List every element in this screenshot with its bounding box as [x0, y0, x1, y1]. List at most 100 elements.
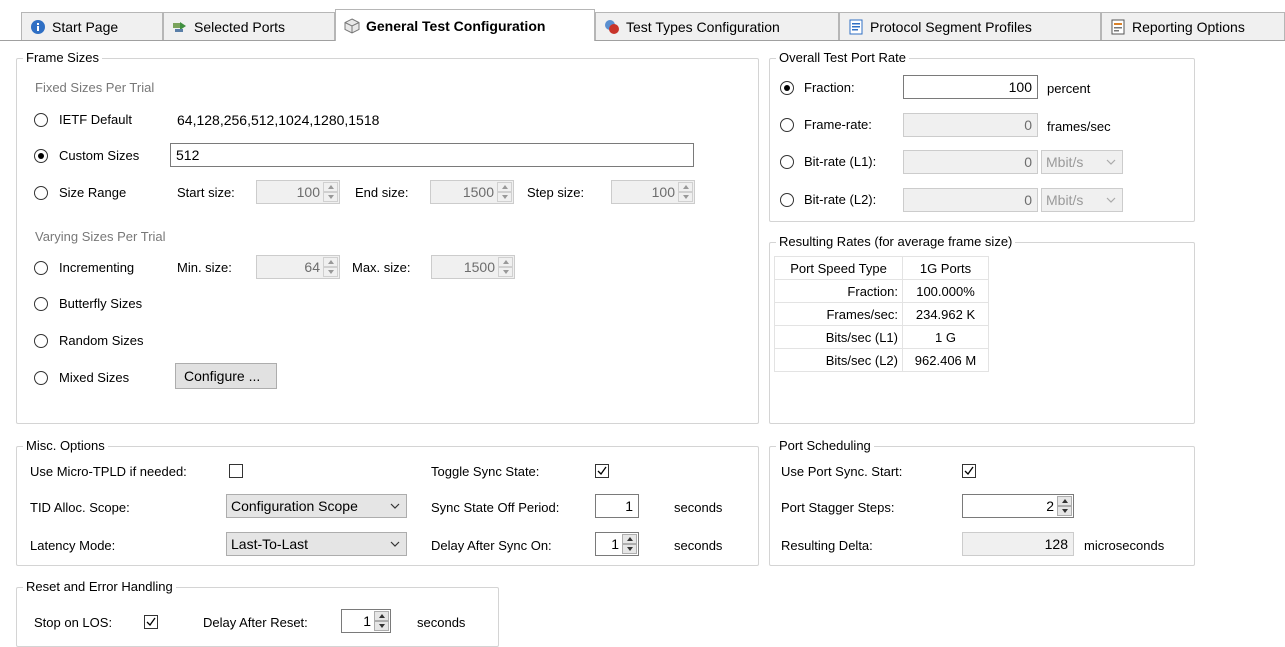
ietf-default-radio[interactable] [34, 113, 48, 127]
port-stagger-label: Port Stagger Steps: [781, 500, 895, 515]
bit-rate-l2-input[interactable]: 0 [903, 188, 1038, 212]
delay-after-sync-value: 1 [611, 536, 619, 552]
latency-mode-select[interactable]: Last-To-Last [226, 532, 407, 556]
fraction-radio[interactable] [780, 81, 794, 95]
tab-protocol-segment-profiles[interactable]: Protocol Segment Profiles [839, 12, 1101, 40]
delay-after-reset-label: Delay After Reset: [203, 615, 308, 630]
tab-label: Test Types Configuration [626, 18, 780, 35]
tid-scope-value: Configuration Scope [231, 498, 358, 514]
group-title: Frame Sizes [23, 50, 102, 66]
table-row: Frames/sec: 234.962 K [774, 302, 989, 326]
rate-value: 234.962 K [902, 302, 989, 326]
sync-off-period-input[interactable]: 1 [595, 494, 639, 518]
bit-rate-l1-unit: Mbit/s [1046, 154, 1084, 170]
incrementing-radio[interactable] [34, 261, 48, 275]
port-sync-start-checkbox[interactable] [962, 464, 976, 478]
stop-on-los-checkbox[interactable] [144, 615, 158, 629]
resulting-delta-label: Resulting Delta: [781, 538, 873, 553]
ietf-default-label: IETF Default [59, 112, 132, 127]
min-size-label: Min. size: [177, 260, 232, 275]
spin-down-icon[interactable] [374, 621, 389, 631]
spin-up-icon[interactable] [678, 182, 693, 192]
spin-up-icon[interactable] [323, 182, 338, 192]
document-icon [848, 19, 864, 35]
tab-test-types-configuration[interactable]: Test Types Configuration [595, 12, 839, 40]
delay-after-reset-stepper[interactable]: 1 [341, 609, 391, 633]
delay-after-sync-unit: seconds [674, 538, 723, 553]
tab-start-page[interactable]: Start Page [21, 12, 163, 40]
latency-mode-label: Latency Mode: [30, 538, 116, 553]
custom-sizes-radio[interactable] [34, 149, 48, 163]
spin-down-icon[interactable] [323, 192, 338, 202]
delay-after-reset-value: 1 [363, 613, 371, 629]
bit-rate-l2-unit: Mbit/s [1046, 192, 1084, 208]
bit-rate-l1-radio[interactable] [780, 155, 794, 169]
tid-scope-label: TID Alloc. Scope: [30, 500, 130, 515]
frame-rate-radio[interactable] [780, 118, 794, 132]
group-title: Misc. Options [23, 438, 108, 454]
check-icon [597, 466, 607, 476]
custom-sizes-input[interactable]: 512 [170, 143, 694, 167]
spin-up-icon[interactable] [498, 257, 513, 267]
delay-after-reset-unit: seconds [417, 615, 466, 630]
delay-after-sync-stepper[interactable]: 1 [595, 532, 639, 556]
random-sizes-radio[interactable] [34, 334, 48, 348]
min-size-stepper[interactable]: 64 [256, 255, 340, 279]
port-sync-start-label: Use Port Sync. Start: [781, 464, 903, 479]
rate-key: Bits/sec (L1) [774, 325, 903, 349]
fixed-sizes-label: Fixed Sizes Per Trial [35, 80, 155, 95]
rate-key: Bits/sec (L2) [774, 348, 903, 372]
size-range-label: Size Range [59, 185, 127, 200]
group-title: Resulting Rates (for average frame size) [776, 234, 1016, 250]
frame-rate-input[interactable]: 0 [903, 113, 1038, 137]
tab-reporting-options[interactable]: Reporting Options [1101, 12, 1285, 40]
step-size-value: 100 [651, 184, 675, 200]
bit-rate-l2-unit-select[interactable]: Mbit/s [1041, 188, 1123, 212]
table-row: Fraction: 100.000% [774, 279, 989, 303]
spin-down-icon[interactable] [498, 267, 513, 277]
tab-label: Selected Ports [194, 18, 286, 35]
mixed-sizes-radio[interactable] [34, 371, 48, 385]
configure-button[interactable]: Configure ... [175, 363, 277, 389]
bit-rate-l2-label: Bit-rate (L2): [804, 192, 877, 207]
end-size-stepper[interactable]: 1500 [430, 180, 514, 204]
spin-up-icon[interactable] [374, 611, 389, 621]
butterfly-sizes-label: Butterfly Sizes [59, 296, 143, 311]
start-size-stepper[interactable]: 100 [256, 180, 340, 204]
max-size-stepper[interactable]: 1500 [431, 255, 515, 279]
butterfly-sizes-radio[interactable] [34, 297, 48, 311]
mixed-sizes-label: Mixed Sizes [59, 370, 130, 385]
spin-up-icon[interactable] [323, 257, 338, 267]
rate-value: 962.406 M [902, 348, 989, 372]
bit-rate-l2-radio[interactable] [780, 193, 794, 207]
port-stagger-stepper[interactable]: 2 [962, 494, 1074, 518]
micro-tpld-checkbox[interactable] [229, 464, 243, 478]
tab-strip: Start Page Selected Ports General Test C… [0, 0, 1285, 42]
fraction-unit: percent [1047, 81, 1091, 96]
tid-scope-select[interactable]: Configuration Scope [226, 494, 407, 518]
bit-rate-l1-input[interactable]: 0 [903, 150, 1038, 174]
custom-sizes-label: Custom Sizes [59, 148, 140, 163]
spin-up-icon[interactable] [622, 534, 637, 544]
spin-up-icon[interactable] [497, 182, 512, 192]
toggle-sync-checkbox[interactable] [595, 464, 609, 478]
table-row: Bits/sec (L2) 962.406 M [774, 348, 989, 372]
bit-rate-l1-unit-select[interactable]: Mbit/s [1041, 150, 1123, 174]
chevron-down-icon [1106, 197, 1116, 203]
spin-down-icon[interactable] [678, 192, 693, 202]
tab-selected-ports[interactable]: Selected Ports [163, 12, 335, 40]
rate-value: 1 G [902, 325, 989, 349]
spin-up-icon[interactable] [1057, 496, 1072, 506]
tab-general-test-configuration[interactable]: General Test Configuration [335, 9, 595, 41]
size-range-radio[interactable] [34, 186, 48, 200]
chevron-down-icon [1106, 159, 1116, 165]
check-icon [146, 617, 156, 627]
table-row: Bits/sec (L1) 1 G [774, 325, 989, 349]
frame-rate-label: Frame-rate: [804, 117, 872, 132]
spin-down-icon[interactable] [1057, 506, 1072, 516]
fraction-input[interactable]: 100 [903, 75, 1038, 99]
spin-down-icon[interactable] [497, 192, 512, 202]
step-size-stepper[interactable]: 100 [611, 180, 695, 204]
spin-down-icon[interactable] [323, 267, 338, 277]
spin-down-icon[interactable] [622, 544, 637, 554]
